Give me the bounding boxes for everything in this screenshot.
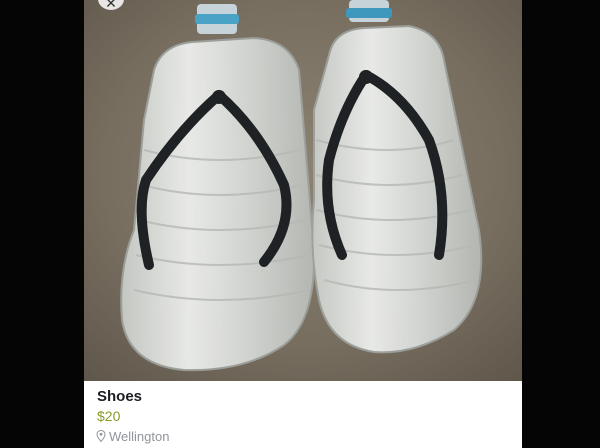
listing-price: $20 [97, 408, 121, 424]
listing-photo[interactable] [84, 0, 522, 381]
letterbox-left [0, 0, 84, 448]
marketplace-listing-card[interactable]: Shoes $20 Wellington [84, 0, 522, 448]
listing-title[interactable]: Shoes [97, 388, 142, 405]
letterbox-right [522, 0, 600, 448]
location-text: Wellington [109, 429, 170, 444]
location-pin-icon [96, 430, 106, 442]
listing-location: Wellington [96, 429, 169, 444]
listing-info: Shoes $20 Wellington [84, 381, 522, 448]
